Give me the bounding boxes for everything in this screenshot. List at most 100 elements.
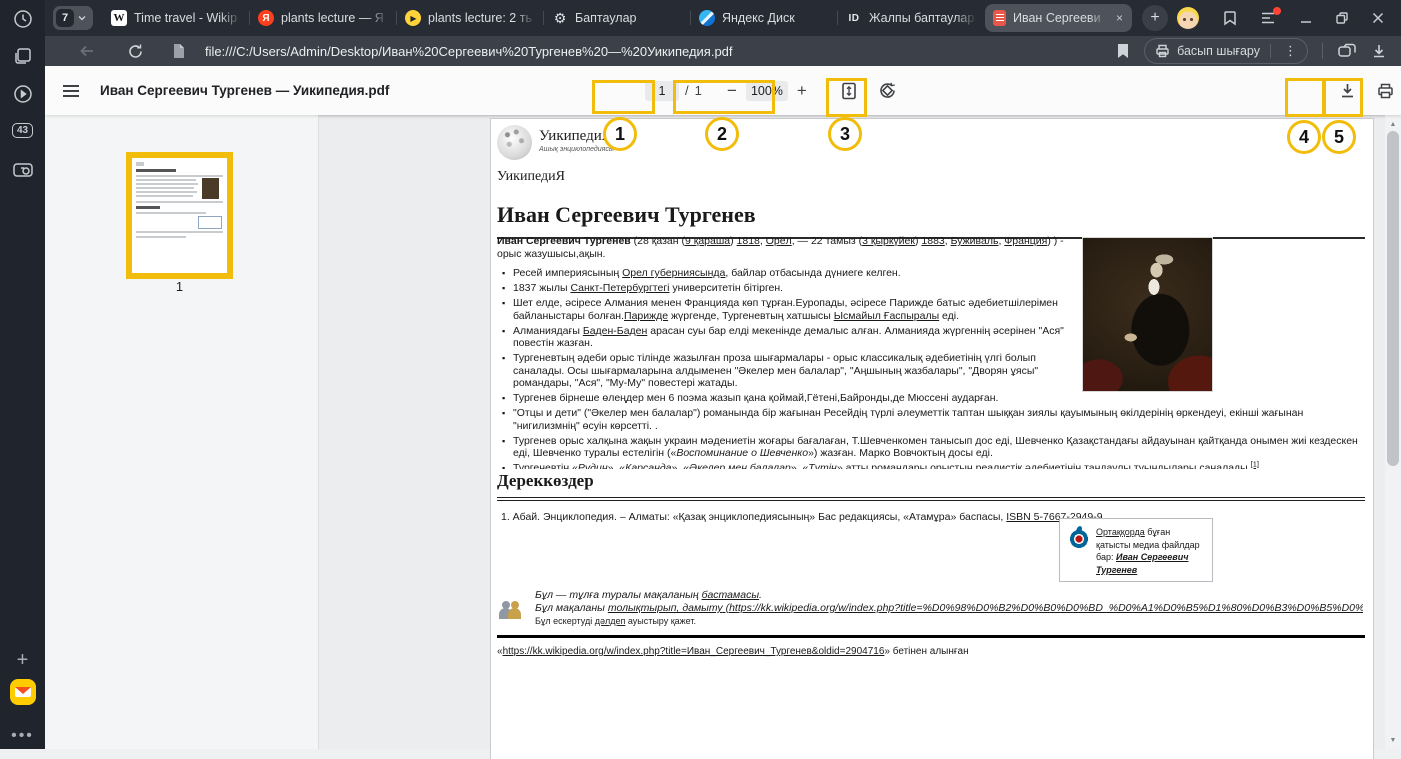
- stub-people-icon: [499, 593, 527, 619]
- printer-icon: [1155, 44, 1170, 58]
- fit-to-page-icon[interactable]: [839, 66, 859, 115]
- back-icon[interactable]: [73, 43, 101, 59]
- bookmark-icon[interactable]: [1116, 43, 1130, 59]
- tab-label: Баптаулар: [575, 11, 683, 25]
- article-title: Иван Сергеевич Тургенев: [497, 202, 1365, 239]
- pdf-toolbar: Иван Сергеевич Тургенев — Уикипедия.pdf …: [45, 66, 1401, 115]
- minimize-button[interactable]: [1299, 11, 1313, 25]
- screenshot-icon[interactable]: [0, 160, 45, 180]
- tab-groups-icon[interactable]: [1337, 42, 1357, 60]
- yandex-icon: [258, 10, 274, 26]
- page-number-input[interactable]: 1: [645, 81, 679, 101]
- history-icon[interactable]: [0, 9, 45, 29]
- wikimedia-commons-icon: [1069, 529, 1089, 549]
- stub-line-2: Бұл мақаланы толықтырып, дамыту (https:/…: [535, 602, 1363, 615]
- annotation-circle-1: 1: [603, 117, 637, 151]
- page-separator: /: [685, 83, 689, 98]
- tab-gear[interactable]: Баптаулар: [544, 4, 691, 32]
- pdf-document-title: Иван Сергеевич Тургенев — Уикипедия.pdf: [100, 66, 389, 115]
- address-bar-actions: басып шығару ⋮: [1116, 38, 1401, 64]
- stub-line-3: Бұл ескертуді дәлдеп ауыстыру қажет.: [535, 615, 1365, 628]
- reference-item: 1. Абай. Энциклопедия. – Алматы: «Қазақ …: [497, 511, 1365, 523]
- sidebar-add-icon[interactable]: +: [0, 650, 45, 670]
- tab-label: plants lecture — Я: [281, 11, 389, 25]
- print-page-label: басып шығару: [1177, 44, 1260, 58]
- pdf-icon: [993, 10, 1006, 26]
- sidebar-more-icon[interactable]: •••: [0, 728, 45, 744]
- download-pdf-icon[interactable]: [1338, 66, 1357, 115]
- tab-count: 7: [56, 9, 74, 27]
- notification-dot: [1273, 7, 1281, 15]
- downloads-icon[interactable]: [1371, 43, 1387, 59]
- pdf-menu-icon[interactable]: [62, 66, 80, 115]
- annotation-circle-4: 4: [1287, 120, 1321, 154]
- annotation-circle-5: 5: [1322, 120, 1356, 154]
- thumbnail-panel: 1: [45, 115, 319, 749]
- article-bullet: Тургеневтің «Рудин», «Қарсаңда», «Әкелер…: [513, 462, 1367, 469]
- print-pdf-icon[interactable]: [1376, 66, 1395, 115]
- tab-wikipedia[interactable]: Time travel - Wikip: [103, 4, 250, 32]
- tab-id[interactable]: Жалпы баптаулар: [838, 4, 985, 32]
- article-bullet: Тургеневтың әдеби орыс тілінде жазылған …: [513, 352, 1367, 390]
- page-thumbnail[interactable]: [126, 152, 233, 279]
- article-bullet: "Отцы и дети" ("Әкелер мен балалар") ром…: [513, 407, 1367, 432]
- file-icon: [165, 43, 193, 59]
- tab-play[interactable]: plants lecture: 2 ть: [397, 4, 544, 32]
- tab-label: Иван Сергееви: [1013, 11, 1108, 25]
- tab-pdf[interactable]: Иван Сергееви ×: [985, 4, 1132, 32]
- tab-counter[interactable]: 7: [53, 6, 93, 30]
- reload-icon[interactable]: [121, 43, 149, 60]
- article-bullet: Алманиядағы Баден-Баден арасан суы бар е…: [513, 325, 1367, 350]
- scroll-up-icon[interactable]: ▲: [1385, 117, 1401, 131]
- tab-yandex[interactable]: plants lecture — Я: [250, 4, 397, 32]
- restore-button[interactable]: [1335, 11, 1349, 25]
- disk-icon: [699, 10, 715, 26]
- article-body: Иван Сергеевич Тургенев (28 қазан (9 қар…: [497, 235, 1367, 469]
- article-bullet: Шет елде, әсіресе Алмания менен Францияд…: [513, 297, 1367, 322]
- sources-heading: Дереккөздер: [497, 471, 1365, 491]
- chevron-down-icon: [77, 13, 87, 23]
- zoom-controls: − 100% +: [727, 66, 807, 115]
- video-player-icon[interactable]: [0, 84, 45, 104]
- scrollbar-thumb[interactable]: [1387, 131, 1399, 466]
- browser-window: 43 + ••• 7 Time travel - Wikipplants lec…: [0, 0, 1401, 749]
- thumbnail-page-label: 1: [126, 279, 233, 294]
- article-bullet: Тургенев орыс халқына жақын украин мәден…: [513, 435, 1367, 460]
- stub-notice: Бұл — тұлға туралы мақаланың бастамасы. …: [497, 589, 1365, 628]
- browser-sidebar: 43 + •••: [0, 0, 45, 749]
- annotation-circle-3: 3: [828, 117, 862, 151]
- scroll-down-icon[interactable]: ▼: [1385, 733, 1401, 747]
- profile-avatar[interactable]: [1177, 7, 1199, 29]
- tab-label: Яндекс Диск: [722, 11, 830, 25]
- wikipedia-logo-icon: [497, 125, 532, 160]
- article-intro: Иван Сергеевич Тургенев (28 қазан (9 қар…: [497, 235, 1367, 260]
- print-page-button[interactable]: басып шығару ⋮: [1144, 38, 1308, 64]
- article-bullets: Ресей империясының Орел губерниясында, б…: [497, 267, 1367, 469]
- vertical-scrollbar[interactable]: ▲ ▼: [1385, 115, 1401, 749]
- browser-menu-icon[interactable]: [1261, 11, 1277, 25]
- zoom-level[interactable]: 100%: [746, 81, 788, 101]
- tabs-panel-icon[interactable]: [0, 46, 45, 66]
- tab-label: Time travel - Wikip: [134, 11, 242, 25]
- page-counter: 1 / 1: [645, 66, 702, 115]
- wikipedia-wordmark: УикипедиЯ: [539, 128, 612, 145]
- tab-label: plants lecture: 2 ть: [428, 11, 536, 25]
- commons-box: Ортаққорда бұған қатысты медиа файлдар б…: [1059, 518, 1213, 582]
- article-bullet: Ресей империясының Орел губерниясында, б…: [513, 267, 1367, 280]
- bookmark-panel-icon[interactable]: [1221, 9, 1239, 27]
- page-view: УикипедиЯ Ашық энциклопедиясы УикипедиЯ …: [319, 115, 1385, 749]
- gear-icon: [552, 10, 568, 26]
- zoom-in-button[interactable]: +: [797, 82, 807, 99]
- counter-badge-icon[interactable]: 43: [0, 123, 45, 138]
- footer-rule: [497, 635, 1365, 638]
- rotate-icon[interactable]: [877, 66, 898, 115]
- tab-disk[interactable]: Яндекс Диск: [691, 4, 838, 32]
- close-window-button[interactable]: [1371, 11, 1385, 25]
- url-text[interactable]: file:///C:/Users/Admin/Desktop/Иван%20Се…: [205, 44, 1116, 59]
- close-tab-icon[interactable]: ×: [1115, 11, 1124, 25]
- yandex-mail-icon[interactable]: [0, 679, 45, 705]
- new-tab-button[interactable]: +: [1142, 5, 1168, 31]
- zoom-out-button[interactable]: −: [727, 82, 737, 99]
- print-options-icon[interactable]: ⋮: [1278, 43, 1303, 59]
- wikipedia-tagline: Ашық энциклопедиясы: [539, 146, 614, 153]
